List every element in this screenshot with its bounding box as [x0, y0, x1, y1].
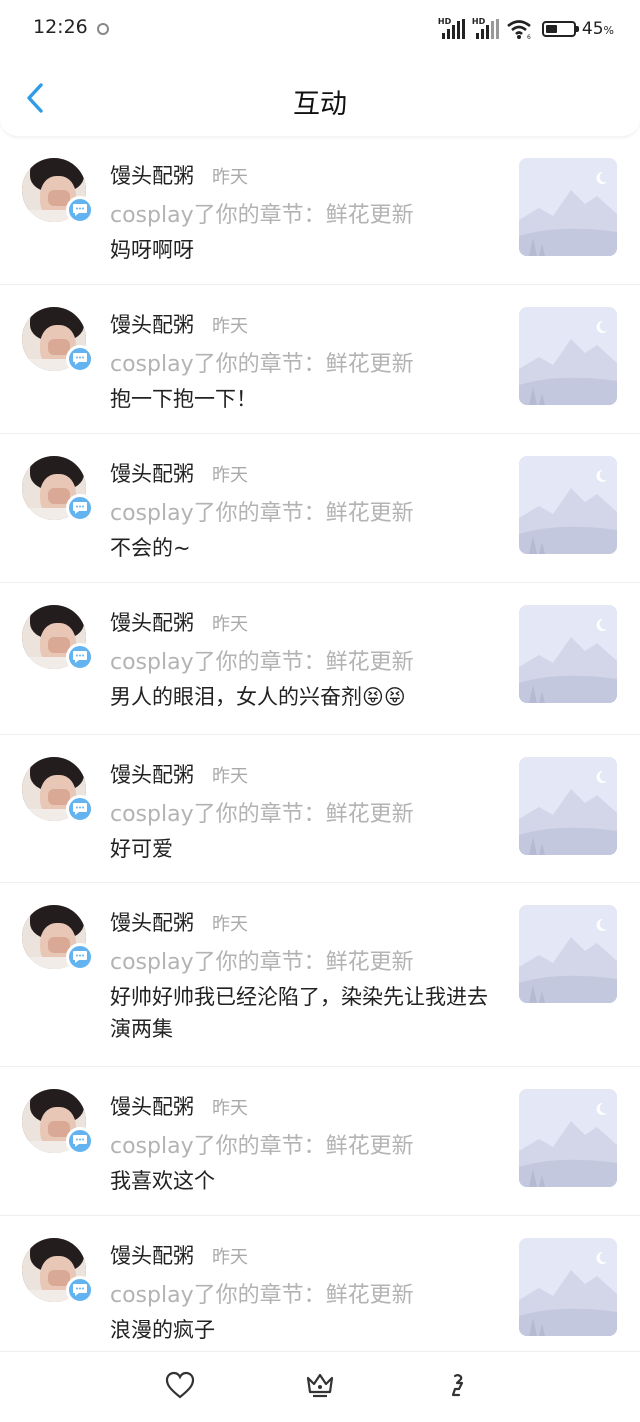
svg-text:6: 6	[527, 34, 531, 40]
comment-text: 浪漫的疯子	[110, 1318, 215, 1342]
notification-icon	[97, 23, 109, 35]
chapter-thumbnail[interactable]	[519, 1089, 617, 1187]
comment-text: 好帅好帅我已经沦陷了，染染先让我进去演两集	[110, 985, 488, 1041]
username[interactable]: 馒头配粥	[110, 458, 194, 488]
timestamp: 昨天	[212, 914, 248, 935]
comment-badge-icon	[66, 196, 94, 224]
bottom-toolbar	[0, 1358, 640, 1422]
timestamp: 昨天	[212, 1247, 248, 1268]
list-item[interactable]: 馒头配粥 昨天 cosplay了你的章节：鲜花更新 妈呀啊呀	[0, 136, 640, 285]
interaction-list: 馒头配粥 昨天 cosplay了你的章节：鲜花更新 妈呀啊呀 馒头配粥 昨天 c…	[0, 136, 640, 1352]
action-text: cosplay了你的章节：鲜花更新	[110, 1134, 414, 1159]
comment-badge-icon	[66, 795, 94, 823]
comment-badge-icon	[66, 1276, 94, 1304]
thumbnail-placeholder-icon	[519, 757, 617, 855]
action-text: cosplay了你的章节：鲜花更新	[110, 501, 414, 526]
signal-icon-2: HD	[472, 17, 500, 41]
username[interactable]: 馒头配粥	[110, 1091, 194, 1121]
app-header: 互动	[0, 60, 640, 136]
list-item[interactable]: 馒头配粥 昨天 cosplay了你的章节：鲜花更新 抱一下抱一下！	[0, 285, 640, 434]
list-item[interactable]: 馒头配粥 昨天 cosplay了你的章节：鲜花更新 好可爱	[0, 735, 640, 883]
battery-unit: %	[603, 24, 614, 37]
hd-label-2: HD	[471, 17, 486, 26]
signal-icon: HD	[438, 17, 466, 41]
chapter-thumbnail[interactable]	[519, 1238, 617, 1336]
comment-text: 男人的眼泪，女人的兴奋剂😝😝	[110, 685, 406, 709]
thumbnail-placeholder-icon	[519, 1089, 617, 1187]
comment-text: 妈呀啊呀	[110, 238, 194, 262]
status-bar: 12:26 HD HD 6 45%	[0, 0, 640, 60]
chapter-thumbnail[interactable]	[519, 605, 617, 703]
thumbnail-placeholder-icon	[519, 307, 617, 405]
thumbnail-placeholder-icon	[519, 1238, 617, 1336]
username[interactable]: 馒头配粥	[110, 1240, 194, 1270]
comment-text: 不会的~	[110, 536, 191, 560]
list-item[interactable]: 馒头配粥 昨天 cosplay了你的章节：鲜花更新 我喜欢这个	[0, 1067, 640, 1216]
gesture-icon[interactable]	[441, 1368, 475, 1402]
comment-badge-icon	[66, 943, 94, 971]
list-item[interactable]: 馒头配粥 昨天 cosplay了你的章节：鲜花更新 浪漫的疯子	[0, 1216, 640, 1352]
wifi-icon: 6	[507, 20, 531, 40]
timestamp: 昨天	[212, 316, 248, 337]
chapter-thumbnail[interactable]	[519, 757, 617, 855]
chapter-thumbnail[interactable]	[519, 456, 617, 554]
comment-text: 抱一下抱一下！	[110, 387, 257, 411]
comment-badge-icon	[66, 1127, 94, 1155]
action-text: cosplay了你的章节：鲜花更新	[110, 802, 414, 827]
timestamp: 昨天	[212, 766, 248, 787]
list-item[interactable]: 馒头配粥 昨天 cosplay了你的章节：鲜花更新 不会的~	[0, 434, 640, 583]
thumbnail-placeholder-icon	[519, 158, 617, 256]
heart-icon[interactable]	[163, 1368, 197, 1402]
comment-badge-icon	[66, 494, 94, 522]
crown-icon[interactable]	[303, 1368, 337, 1402]
timestamp: 昨天	[212, 465, 248, 486]
username[interactable]: 馒头配粥	[110, 309, 194, 339]
list-item[interactable]: 馒头配粥 昨天 cosplay了你的章节：鲜花更新 男人的眼泪，女人的兴奋剂😝😝	[0, 583, 640, 735]
comment-text: 我喜欢这个	[110, 1169, 215, 1193]
status-icons: HD HD 6 45%	[438, 14, 614, 44]
action-text: cosplay了你的章节：鲜花更新	[110, 950, 414, 975]
action-text: cosplay了你的章节：鲜花更新	[110, 1283, 414, 1308]
comment-text: 好可爱	[110, 837, 173, 861]
battery-value: 45	[581, 19, 604, 39]
action-text: cosplay了你的章节：鲜花更新	[110, 203, 414, 228]
chapter-thumbnail[interactable]	[519, 158, 617, 256]
hd-label: HD	[437, 17, 452, 26]
timestamp: 昨天	[212, 1098, 248, 1119]
thumbnail-placeholder-icon	[519, 905, 617, 1003]
timestamp: 昨天	[212, 614, 248, 635]
chapter-thumbnail[interactable]	[519, 307, 617, 405]
battery-icon	[541, 21, 579, 37]
chapter-thumbnail[interactable]	[519, 905, 617, 1003]
action-text: cosplay了你的章节：鲜花更新	[110, 352, 414, 377]
battery-level: 45%	[582, 19, 614, 39]
thumbnail-placeholder-icon	[519, 605, 617, 703]
username[interactable]: 馒头配粥	[110, 759, 194, 789]
username[interactable]: 馒头配粥	[110, 907, 194, 937]
page-title: 互动	[293, 89, 347, 120]
username[interactable]: 馒头配粥	[110, 160, 194, 190]
thumbnail-placeholder-icon	[519, 456, 617, 554]
comment-badge-icon	[66, 643, 94, 671]
timestamp: 昨天	[212, 167, 248, 188]
action-text: cosplay了你的章节：鲜花更新	[110, 650, 414, 675]
comment-badge-icon	[66, 345, 94, 373]
status-time: 12:26	[33, 16, 88, 38]
username[interactable]: 馒头配粥	[110, 607, 194, 637]
list-item[interactable]: 馒头配粥 昨天 cosplay了你的章节：鲜花更新 好帅好帅我已经沦陷了，染染先…	[0, 883, 640, 1067]
